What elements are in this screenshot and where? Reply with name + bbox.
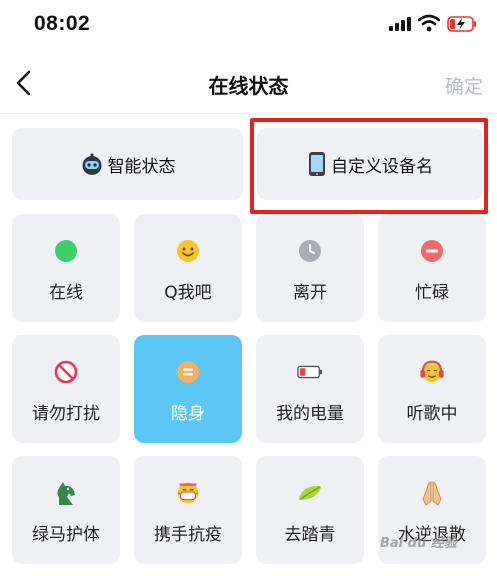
status-tile-do-not-disturb[interactable]: 请勿打扰 <box>12 335 120 443</box>
status-bar: 08:02 <box>0 0 497 52</box>
mask-face-icon <box>175 480 201 506</box>
status-label: 离开 <box>293 283 327 303</box>
status-tile-listening-music[interactable]: 听歌中 <box>378 335 486 443</box>
battery-charging-icon <box>447 16 476 32</box>
praying-hands-icon <box>419 480 445 506</box>
status-label: 在线 <box>49 283 83 303</box>
green-horse-icon <box>53 480 79 506</box>
status-label: 忙碌 <box>415 283 449 303</box>
status-tile-away[interactable]: 离开 <box>256 214 364 322</box>
minus-circle-icon <box>419 238 445 264</box>
status-tile-invisible[interactable]: 隐身 <box>134 335 242 443</box>
status-tile-online[interactable]: 在线 <box>12 214 120 322</box>
clock-icon <box>297 238 323 264</box>
smiley-icon <box>175 238 201 264</box>
status-tile-green-horse[interactable]: 绿马护体 <box>12 456 120 564</box>
status-tile-spring-outing[interactable]: 去踏青 <box>256 456 364 564</box>
confirm-button[interactable]: 确定 <box>445 72 483 99</box>
status-tile-my-battery[interactable]: 我的电量 <box>256 335 364 443</box>
custom-device-name-button[interactable]: 自定义设备名 <box>257 128 483 200</box>
equals-circle-icon <box>175 359 201 385</box>
no-entry-icon <box>53 359 79 385</box>
status-tile-fight-epidemic[interactable]: 携手抗疫 <box>134 456 242 564</box>
status-label: 隐身 <box>171 404 205 424</box>
status-tile-busy[interactable]: 忙碌 <box>378 214 486 322</box>
green-dot-icon <box>53 238 79 264</box>
wifi-icon <box>418 14 440 32</box>
battery-icon <box>297 359 323 385</box>
page-title: 在线状态 <box>208 74 289 98</box>
robot-icon <box>80 152 104 176</box>
status-label: Q我吧 <box>164 283 212 303</box>
nav-bar: 在线状态 确定 <box>0 52 497 114</box>
status-label: 我的电量 <box>276 404 344 424</box>
leaf-icon <box>297 480 323 506</box>
smart-status-button[interactable]: 智能状态 <box>12 128 243 200</box>
status-time: 08:02 <box>34 12 91 35</box>
headphones-face-icon <box>419 359 445 385</box>
status-label: 去踏青 <box>284 525 336 545</box>
status-label: 听歌中 <box>406 404 458 424</box>
phone-icon <box>307 151 327 177</box>
status-label: 携手抗疫 <box>154 525 222 545</box>
smart-status-label: 智能状态 <box>107 156 176 177</box>
status-label: 绿马护体 <box>32 525 100 545</box>
custom-device-name-label: 自定义设备名 <box>331 156 433 177</box>
status-tile-q-me[interactable]: Q我吧 <box>134 214 242 322</box>
cellular-signal-icon <box>389 17 411 31</box>
watermark: Bai du 经验 <box>380 536 457 551</box>
status-label: 请勿打扰 <box>32 404 100 424</box>
